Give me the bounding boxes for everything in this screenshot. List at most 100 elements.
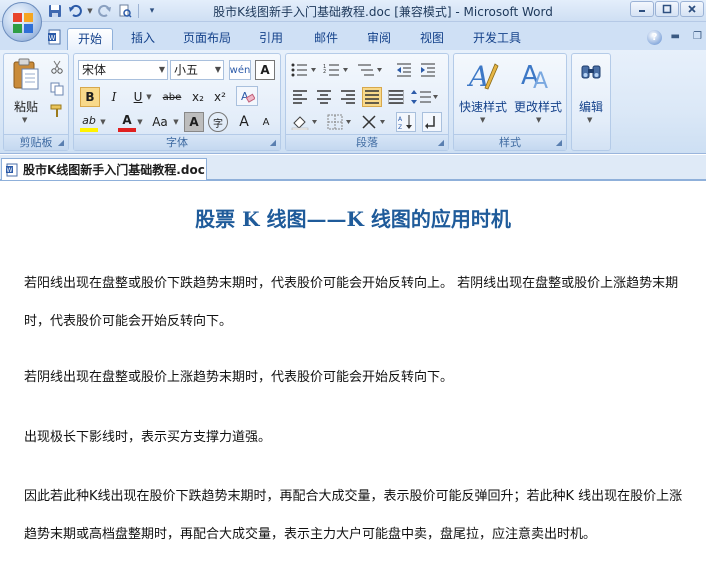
document-tab-label: 股市K线图新手入门基础教程.doc — [23, 163, 205, 177]
svg-text:A: A — [533, 69, 548, 92]
chinese-layout-icon[interactable] — [360, 112, 388, 132]
font-size-value: 小五 — [174, 63, 199, 77]
maximize-button[interactable] — [655, 1, 679, 17]
multilevel-list-icon[interactable] — [356, 60, 384, 80]
change-case-dropdown-icon[interactable]: ▼ — [172, 112, 180, 132]
title-bar: ▼ ▾ 股市K线图新手入门基础教程.doc [兼容模式] - Microsoft… — [0, 0, 706, 22]
doc-restore-icon[interactable]: ❐ — [693, 31, 702, 42]
line-spacing-icon[interactable] — [410, 87, 440, 107]
paragraph-launcher-icon[interactable]: ◢ — [436, 138, 446, 148]
show-marks-icon[interactable] — [422, 112, 442, 132]
font-color-button[interactable]: A — [118, 112, 136, 132]
change-case-button[interactable]: Aa — [148, 112, 172, 132]
highlight-dropdown-icon[interactable]: ▼ — [99, 112, 107, 132]
tab-mailings[interactable]: 邮件 — [305, 28, 347, 50]
font-launcher-icon[interactable]: ◢ — [268, 138, 278, 148]
justify-icon[interactable] — [362, 87, 382, 107]
office-button[interactable] — [2, 2, 42, 42]
highlight-button[interactable]: ab — [80, 112, 98, 132]
quick-styles-label: 快速样式 — [458, 100, 507, 114]
clear-formatting-icon[interactable]: A — [236, 86, 258, 106]
underline-dropdown-icon[interactable]: ▼ — [144, 87, 154, 107]
decrease-indent-icon[interactable] — [394, 60, 414, 80]
font-size-combo[interactable]: 小五 ▼ — [170, 60, 224, 80]
paste-button[interactable]: 粘贴 ▼ — [7, 56, 45, 130]
paste-label: 粘贴 — [13, 100, 38, 114]
paragraph-4: 因此若此种K线出现在股价下跌趋势末期时，再配合大成交量，表示股价可能反弹回升；若… — [24, 489, 683, 542]
minimize-button[interactable] — [630, 1, 654, 17]
bullets-icon[interactable] — [290, 60, 318, 80]
paragraph-group: 12 A Z 段落 ◢ — [285, 53, 449, 151]
shading-icon[interactable] — [290, 112, 320, 132]
increase-indent-icon[interactable] — [418, 60, 438, 80]
font-color-dropdown-icon[interactable]: ▼ — [136, 112, 144, 132]
font-name-value: 宋体 — [82, 63, 107, 77]
cut-icon[interactable] — [47, 57, 67, 77]
tab-view[interactable]: 视图 — [411, 28, 453, 50]
quick-styles-button[interactable]: A 快速样式 ▼ — [456, 56, 510, 130]
tab-references[interactable]: 引用 — [250, 28, 292, 50]
styles-group-label: 样式 — [454, 134, 566, 150]
font-group: 宋体 ▼ 小五 ▼ wén A B I U ▼ abe x₂ x² A ab ▼… — [73, 53, 281, 151]
align-left-icon[interactable] — [290, 87, 310, 107]
document-icon: W — [6, 163, 18, 176]
bold-button[interactable]: B — [80, 87, 100, 107]
align-right-icon[interactable] — [338, 87, 358, 107]
format-painter-icon[interactable] — [47, 101, 67, 121]
tab-page-layout[interactable]: 页面布局 — [176, 28, 238, 50]
grow-font-button[interactable]: A — [234, 112, 254, 132]
distributed-icon[interactable] — [386, 87, 406, 107]
superscript-button[interactable]: x² — [210, 87, 230, 107]
font-name-dropdown-icon: ▼ — [158, 65, 165, 74]
tab-home[interactable]: 开始 — [67, 28, 113, 50]
svg-text:2: 2 — [323, 69, 326, 75]
close-button[interactable] — [680, 1, 704, 17]
font-size-dropdown-icon: ▼ — [214, 65, 221, 74]
change-styles-label: 更改样式 — [513, 100, 562, 114]
sort-icon[interactable]: AZ — [396, 112, 416, 132]
change-styles-button[interactable]: A A 更改样式 ▼ — [510, 56, 566, 130]
paste-dropdown-icon: ▼ — [22, 116, 28, 124]
window-controls — [630, 1, 704, 17]
paragraph-2: 若阴线出现在盘整或股价上涨趋势末期时，代表股价可能会开始反转向下。 — [24, 370, 454, 385]
tab-review[interactable]: 审阅 — [358, 28, 400, 50]
char-border-icon[interactable]: A — [255, 60, 275, 80]
align-center-icon[interactable] — [314, 87, 334, 107]
editing-button[interactable]: 编辑 ▼ — [573, 56, 609, 130]
change-styles-dropdown-icon: ▼ — [536, 116, 542, 124]
font-group-label: 字体 — [74, 134, 280, 150]
document-page[interactable]: 股票 K 线图——K 线图的应用时机 若阳线出现在盘整或股价下跌趋势末期时，代表… — [0, 183, 706, 587]
borders-icon[interactable] — [326, 112, 354, 132]
subscript-button[interactable]: x₂ — [188, 87, 208, 107]
tab-insert[interactable]: 插入 — [122, 28, 164, 50]
editing-group: 编辑 ▼ — [571, 53, 611, 151]
help-icon[interactable]: ? — [647, 30, 662, 45]
char-shading-button[interactable]: A — [184, 112, 204, 132]
strikethrough-button[interactable]: abe — [160, 87, 184, 107]
font-name-combo[interactable]: 宋体 ▼ — [78, 60, 168, 80]
styles-launcher-icon[interactable]: ◢ — [554, 138, 564, 148]
svg-text:W: W — [7, 167, 13, 174]
phonetic-guide-icon[interactable]: wén — [229, 60, 251, 80]
clipboard-group: 粘贴 ▼ 剪贴板 ◢ — [3, 53, 69, 151]
styles-group: A 快速样式 ▼ A A 更改样式 ▼ 样式 ◢ — [453, 53, 567, 151]
paste-icon — [13, 58, 39, 90]
binoculars-icon — [581, 65, 601, 79]
enclose-char-icon[interactable]: 字 — [208, 112, 228, 132]
paragraph-1: 若阳线出现在盘整或股价下跌趋势末期时，代表股价可能会开始反转向上。 若阴线出现在… — [24, 276, 679, 329]
copy-icon[interactable] — [47, 79, 67, 99]
document-tab[interactable]: W 股市K线图新手入门基础教程.doc — [1, 158, 207, 180]
word-doc-icon[interactable]: W — [45, 27, 65, 47]
document-tab-bar: W 股市K线图新手入门基础教程.doc — [0, 155, 706, 181]
italic-button[interactable]: I — [104, 87, 124, 107]
clipboard-launcher-icon[interactable]: ◢ — [56, 138, 66, 148]
svg-text:Z: Z — [398, 124, 402, 130]
tab-developer[interactable]: 开发工具 — [464, 28, 530, 50]
quick-styles-dropdown-icon: ▼ — [480, 116, 486, 124]
svg-text:A: A — [398, 116, 403, 123]
numbering-icon[interactable]: 12 — [322, 60, 350, 80]
svg-text:W: W — [49, 34, 56, 42]
editing-dropdown-icon: ▼ — [587, 116, 593, 124]
doc-minimize-icon[interactable]: ▬ — [671, 31, 680, 42]
shrink-font-button[interactable]: A — [256, 112, 276, 132]
